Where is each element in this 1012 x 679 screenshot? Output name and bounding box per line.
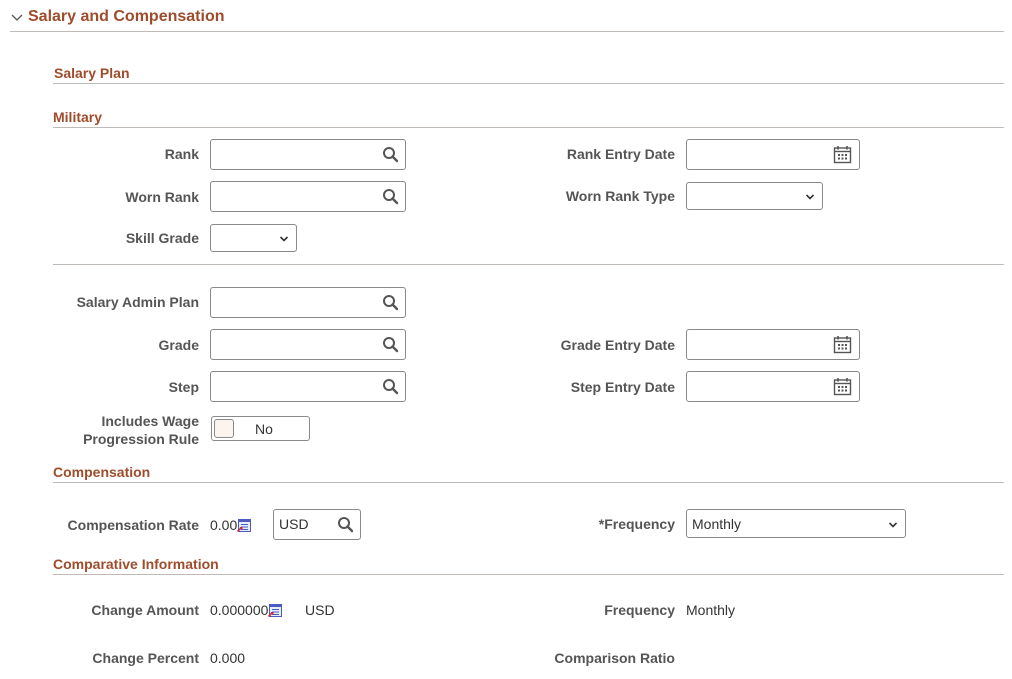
calculator-icon[interactable] (268, 604, 282, 617)
section-title: Salary and Compensation (28, 8, 225, 25)
divider (53, 83, 1004, 84)
wage-progression-toggle[interactable]: No (211, 416, 310, 441)
group-title-comparative-information: Comparative Information (53, 556, 219, 572)
calendar-icon[interactable] (833, 335, 852, 354)
group-title-salary-plan: Salary Plan (54, 65, 130, 81)
group-title-compensation: Compensation (53, 464, 151, 480)
compensation-rate-value: 0.00 (210, 517, 238, 533)
calendar-icon[interactable] (833, 145, 852, 164)
change-amount: 0.000000 (210, 602, 282, 618)
grade-input[interactable] (210, 329, 406, 360)
rank-entry-date-input[interactable] (686, 139, 860, 170)
search-icon[interactable] (382, 378, 399, 395)
step-entry-date-label: Step Entry Date (570, 379, 675, 395)
step-label: Step (168, 379, 199, 395)
frequency-label: *Frequency (598, 516, 675, 532)
worn-rank-input[interactable] (210, 181, 406, 212)
frequency-value: Monthly (692, 516, 742, 532)
divider (53, 574, 1004, 575)
calendar-icon[interactable] (833, 377, 852, 396)
step-input[interactable] (210, 371, 406, 402)
change-percent-value: 0.000 (210, 650, 246, 666)
search-icon[interactable] (382, 146, 399, 163)
divider (53, 482, 1004, 483)
change-percent-label: Change Percent (92, 650, 199, 666)
currency-input[interactable]: USD (273, 509, 361, 540)
search-icon[interactable] (382, 188, 399, 205)
currency-value: USD (279, 516, 309, 532)
wage-progression-label-line2: Progression Rule (83, 431, 199, 447)
skill-grade-label: Skill Grade (125, 230, 199, 246)
group-title-military: Military (53, 109, 103, 125)
worn-rank-type-select[interactable] (686, 182, 823, 210)
wage-progression-value: No (255, 421, 273, 437)
comparative-frequency-label: Frequency (604, 602, 675, 618)
divider (53, 127, 1004, 128)
compensation-rate-label: Compensation Rate (67, 517, 199, 533)
wage-progression-label: Includes Wage Progression Rule (83, 412, 199, 448)
chevron-down-icon (805, 193, 815, 201)
step-entry-date-input[interactable] (686, 371, 860, 402)
chevron-down-icon (279, 235, 289, 243)
grade-entry-date-label: Grade Entry Date (560, 337, 675, 353)
frequency-select[interactable]: Monthly (686, 509, 906, 538)
change-amount-value: 0.000000 (210, 602, 269, 618)
section-divider (10, 31, 1004, 32)
chevron-down-icon (11, 14, 23, 21)
wage-progression-label-line1: Includes Wage (101, 413, 199, 429)
salary-admin-plan-label: Salary Admin Plan (76, 294, 199, 310)
calculator-icon[interactable] (237, 519, 251, 532)
search-icon[interactable] (337, 516, 354, 533)
grade-label: Grade (158, 337, 199, 353)
rank-label: Rank (164, 146, 199, 162)
search-icon[interactable] (382, 294, 399, 311)
comparison-ratio-label: Comparison Ratio (554, 650, 675, 666)
divider (53, 264, 1004, 265)
grade-entry-date-input[interactable] (686, 329, 860, 360)
chevron-down-icon (888, 521, 898, 529)
section-toggle-salary-compensation[interactable]: Salary and Compensation (10, 8, 225, 26)
rank-input[interactable] (210, 139, 406, 170)
worn-rank-type-label: Worn Rank Type (565, 188, 675, 204)
change-amount-currency: USD (305, 602, 335, 618)
comparative-frequency-value: Monthly (686, 602, 736, 618)
change-amount-label: Change Amount (91, 602, 199, 618)
toggle-knob (214, 419, 234, 438)
worn-rank-label: Worn Rank (125, 189, 199, 205)
rank-entry-date-label: Rank Entry Date (566, 146, 675, 162)
search-icon[interactable] (382, 336, 399, 353)
salary-admin-plan-input[interactable] (210, 287, 406, 318)
skill-grade-select[interactable] (210, 224, 297, 252)
compensation-rate: 0.00 (210, 517, 251, 533)
